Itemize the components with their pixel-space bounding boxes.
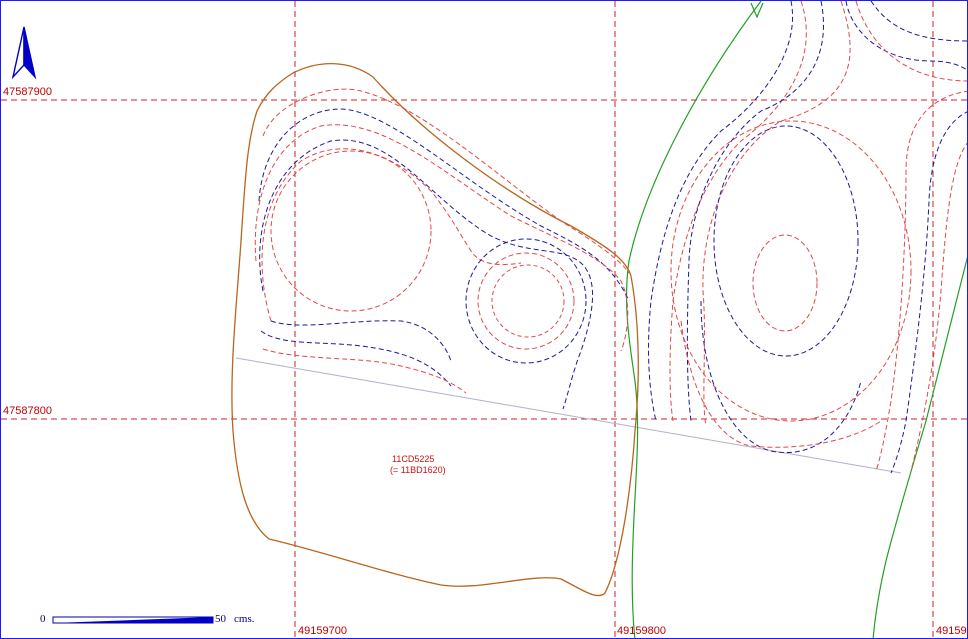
- northing-label-1: 47587900: [3, 86, 52, 98]
- contour-left-6: [260, 330, 452, 387]
- northing-label-2: 47587800: [3, 405, 52, 417]
- green-boundary-tip: [750, 2, 764, 19]
- section-line: [235, 357, 902, 474]
- contour-right-10: [910, 142, 967, 472]
- contour-right-loop-core: [752, 234, 818, 332]
- easting-label-1: 49159700: [298, 625, 347, 637]
- contour-right-3: [686, 1, 824, 422]
- contour-left-loop-inner-blue: [465, 238, 587, 364]
- scale-start-label: 0: [40, 613, 46, 625]
- scale-bar: [52, 616, 214, 624]
- contour-left-7: [262, 348, 467, 394]
- contour-left-2: [258, 108, 630, 302]
- contour-right-loop-blue: [713, 125, 859, 357]
- parcel-id-label[interactable]: 11CD5225: [392, 454, 434, 464]
- contour-right-5: [845, 1, 967, 71]
- contour-left-8: [270, 320, 452, 362]
- easting-label-3: 491598: [936, 625, 967, 637]
- contour-right-loop-outer: [670, 120, 912, 422]
- parcel-alias-label: (= 11BD1620): [390, 465, 446, 475]
- parcel-outline: [231, 63, 639, 597]
- contour-left-1: [262, 88, 630, 274]
- scale-unit-label: cms.: [234, 613, 255, 625]
- contour-right-1: [648, 1, 793, 422]
- north-arrow-icon: [11, 26, 37, 80]
- contour-right-7: [855, 1, 967, 82]
- green-boundary-left: [625, 1, 762, 638]
- easting-label-2: 49159800: [617, 625, 666, 637]
- contour-right-6: [870, 1, 967, 42]
- contour-left-5: [261, 148, 522, 322]
- scale-end-label: 50: [215, 613, 226, 625]
- map-drawing: [1, 1, 967, 638]
- contour-right-2: [669, 1, 807, 422]
- contour-right-lower-1: [700, 300, 862, 453]
- contour-right-8: [875, 90, 967, 472]
- contour-left-loop-core: [491, 264, 565, 338]
- contour-right-4: [702, 1, 851, 427]
- contour-right-lower-2: [680, 320, 882, 448]
- contour-left-4: [259, 139, 594, 410]
- contour-left-3: [254, 124, 629, 352]
- map-canvas[interactable]: 47587900 47587800 49159700 49159800 4915…: [0, 0, 968, 639]
